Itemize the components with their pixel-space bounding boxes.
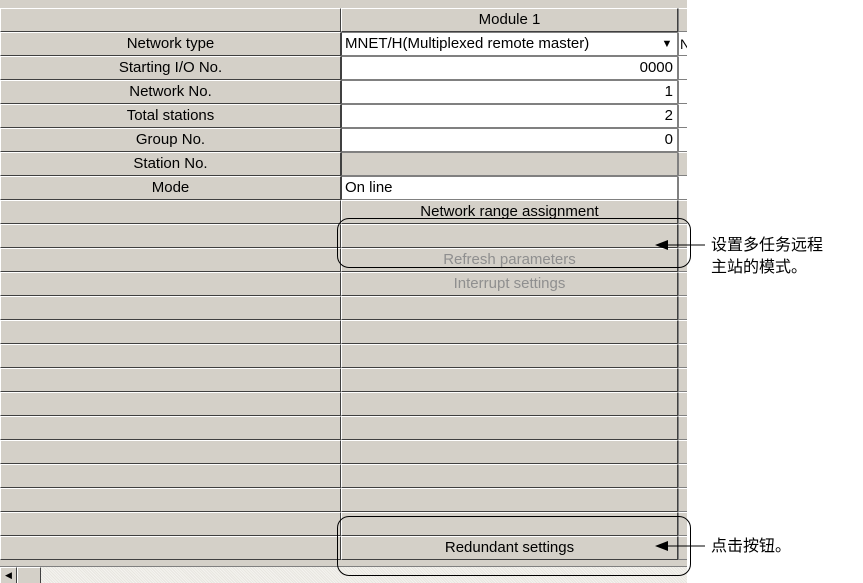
row-edge: [678, 416, 687, 440]
redundant-callout-outline: [337, 516, 691, 576]
row-label-empty: [0, 272, 341, 296]
row-label-empty: [0, 368, 341, 392]
starting-io-edge: [678, 56, 687, 80]
row-label-empty: [0, 200, 341, 224]
row-label-group-no: Group No.: [0, 128, 341, 152]
row-edge: [678, 344, 687, 368]
chevron-down-icon[interactable]: ▼: [660, 37, 674, 51]
row-label-empty: [0, 320, 341, 344]
row-label-empty: [0, 416, 341, 440]
row-label-empty: [0, 536, 341, 560]
row-mode: Mode On line: [0, 176, 687, 200]
scroll-thumb[interactable]: [17, 567, 41, 583]
row-edge: [678, 488, 687, 512]
row-edge: [678, 464, 687, 488]
row-label-empty: [0, 512, 341, 536]
mode-edge: [678, 176, 687, 200]
network-parameter-grid: Module 1 Network type MNET/H(Multiplexed…: [0, 0, 687, 583]
blank-button: [341, 296, 678, 320]
blank-button: [341, 344, 678, 368]
row-label-empty: [0, 248, 341, 272]
row-blank-2: [0, 296, 687, 320]
row-edge: [678, 392, 687, 416]
row-blank-6: [0, 392, 687, 416]
row-edge: [678, 368, 687, 392]
row-label-empty: [0, 296, 341, 320]
blank-button: [341, 440, 678, 464]
network-no-input[interactable]: 1: [341, 80, 678, 104]
row-blank-4: [0, 344, 687, 368]
row-label-empty: [0, 464, 341, 488]
row-edge: [678, 440, 687, 464]
blank-button: [341, 464, 678, 488]
row-label-network-no: Network No.: [0, 80, 341, 104]
row-label-starting-io: Starting I/O No.: [0, 56, 341, 80]
row-label-empty: [0, 344, 341, 368]
blank-button: [341, 368, 678, 392]
row-label-total-stations: Total stations: [0, 104, 341, 128]
mode-callout-outline: [337, 218, 691, 268]
network-type-select[interactable]: MNET/H(Multiplexed remote master) ▼: [341, 32, 678, 56]
row-label-station-no: Station No.: [0, 152, 341, 176]
mode-annotation: 设置多任务远程 主站的模式。: [711, 234, 823, 278]
blank-button: [341, 488, 678, 512]
group-no-edge: [678, 128, 687, 152]
row-label-network-type: Network type: [0, 32, 341, 56]
mode-select[interactable]: On line: [341, 176, 678, 200]
group-no-input[interactable]: 0: [341, 128, 678, 152]
redundant-annotation: 点击按钮。: [711, 536, 792, 555]
row-blank-5: [0, 368, 687, 392]
station-no-edge: [678, 152, 687, 176]
row-edge: [678, 320, 687, 344]
interrupt-settings-button[interactable]: Interrupt settings: [341, 272, 678, 296]
row-label-mode: Mode: [0, 176, 341, 200]
row-blank-3: [0, 320, 687, 344]
blank-button: [341, 392, 678, 416]
grid-header-row: Module 1: [0, 8, 687, 32]
mode-value: On line: [345, 179, 393, 196]
mode-annotation-line1: 设置多任务远程: [711, 235, 824, 254]
row-label-empty: [0, 440, 341, 464]
row-blank-9: [0, 464, 687, 488]
row-total-stations: Total stations 2: [0, 104, 687, 128]
row-edge: [678, 296, 687, 320]
row-group-no: Group No. 0: [0, 128, 687, 152]
row-blank-10: [0, 488, 687, 512]
network-type-edge: N: [678, 32, 687, 56]
scroll-left-icon[interactable]: ◀: [0, 567, 17, 583]
network-type-edge-text: N: [679, 33, 687, 55]
row-label-empty: [0, 488, 341, 512]
row-network-type: Network type MNET/H(Multiplexed remote m…: [0, 32, 687, 56]
row-blank-8: [0, 440, 687, 464]
row-network-no: Network No. 1: [0, 80, 687, 104]
network-no-edge: [678, 80, 687, 104]
row-label-empty: [0, 224, 341, 248]
row-blank-7: [0, 416, 687, 440]
row-starting-io: Starting I/O No. 0000: [0, 56, 687, 80]
starting-io-input[interactable]: 0000: [341, 56, 678, 80]
blank-button: [341, 320, 678, 344]
column-header-module-1[interactable]: Module 1: [341, 8, 678, 32]
row-interrupt: Interrupt settings: [0, 272, 687, 296]
row-label-empty: [0, 392, 341, 416]
station-no-field: [341, 152, 678, 176]
column-header-edge: [678, 8, 687, 32]
corner-cell: [0, 8, 341, 32]
total-stations-input[interactable]: 2: [341, 104, 678, 128]
network-type-value: MNET/H(Multiplexed remote master): [345, 35, 590, 52]
blank-button: [341, 416, 678, 440]
mode-annotation-line2: 主站的模式。: [711, 257, 808, 276]
row-station-no: Station No.: [0, 152, 687, 176]
row-edge: [678, 272, 687, 296]
total-stations-edge: [678, 104, 687, 128]
